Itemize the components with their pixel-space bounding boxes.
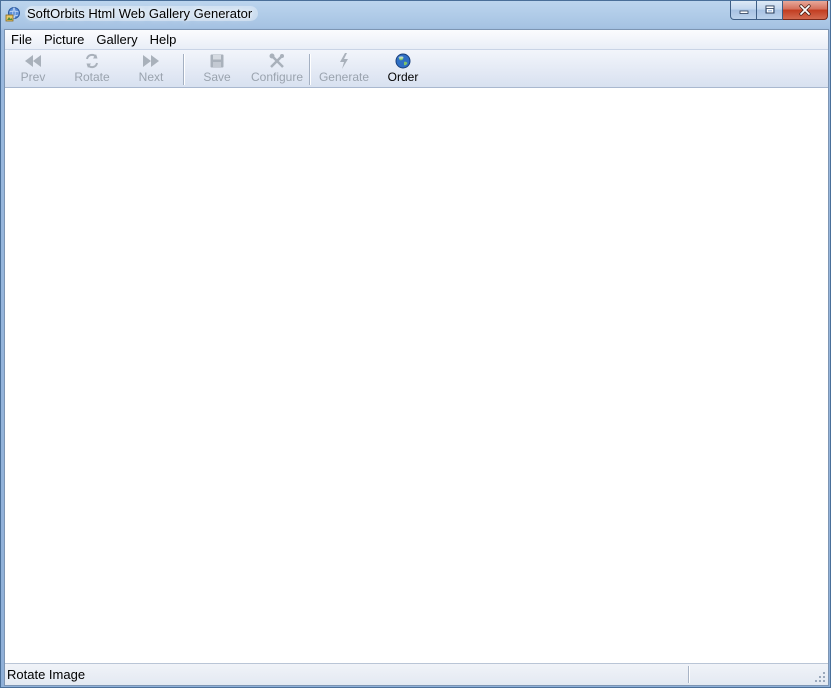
configure-label: Configure [250, 70, 304, 84]
caption-buttons [730, 1, 828, 21]
rotate-label: Rotate [74, 70, 110, 84]
menu-file[interactable]: File [5, 30, 38, 50]
arrow-right-icon [142, 53, 160, 69]
menu-bar: File Picture Gallery Help [5, 30, 828, 50]
title-bar[interactable]: SoftOrbits Html Web Gallery Generator [1, 1, 830, 29]
client-area: File Picture Gallery Help Prev Rotate Ne… [4, 29, 829, 686]
minimize-button[interactable] [730, 1, 757, 20]
globe-icon [394, 53, 412, 69]
save-label: Save [203, 70, 231, 84]
toolbar-separator [309, 54, 310, 85]
window-title: SoftOrbits Html Web Gallery Generator [25, 6, 259, 21]
lightning-icon [335, 53, 353, 69]
order-label: Order [387, 70, 419, 84]
size-grip-icon[interactable] [815, 672, 826, 683]
minimize-icon [739, 10, 748, 14]
generate-button[interactable]: Generate [317, 52, 371, 86]
save-button[interactable]: Save [202, 52, 232, 86]
gallery-view[interactable] [5, 89, 828, 664]
close-button[interactable] [783, 1, 828, 20]
rotate-icon [83, 53, 101, 69]
prev-button[interactable]: Prev [18, 52, 48, 86]
generate-label: Generate [318, 70, 370, 84]
menu-help[interactable]: Help [144, 30, 183, 50]
next-label: Next [138, 70, 164, 84]
status-bar: Rotate Image [5, 663, 828, 685]
save-icon [208, 53, 226, 69]
menu-gallery[interactable]: Gallery [90, 30, 143, 50]
app-window: SoftOrbits Html Web Gallery Generator Fi… [0, 0, 831, 688]
toolbar-separator [183, 54, 184, 85]
status-divider [688, 666, 689, 683]
status-pane-secondary [691, 666, 811, 683]
toolbar: Prev Rotate Next Save Configure Generate… [5, 50, 828, 88]
rotate-button[interactable]: Rotate [71, 52, 113, 86]
arrow-left-icon [24, 53, 42, 69]
configure-tools-icon [268, 53, 286, 69]
maximize-icon [765, 5, 774, 14]
maximize-button[interactable] [757, 1, 783, 20]
next-button[interactable]: Next [135, 52, 167, 86]
status-text: Rotate Image [7, 667, 86, 682]
configure-button[interactable]: Configure [250, 52, 304, 86]
close-icon [799, 4, 811, 16]
prev-label: Prev [20, 70, 46, 84]
menu-picture[interactable]: Picture [38, 30, 90, 50]
order-button[interactable]: Order [386, 52, 420, 86]
gallery-globe-icon[interactable] [5, 6, 21, 22]
